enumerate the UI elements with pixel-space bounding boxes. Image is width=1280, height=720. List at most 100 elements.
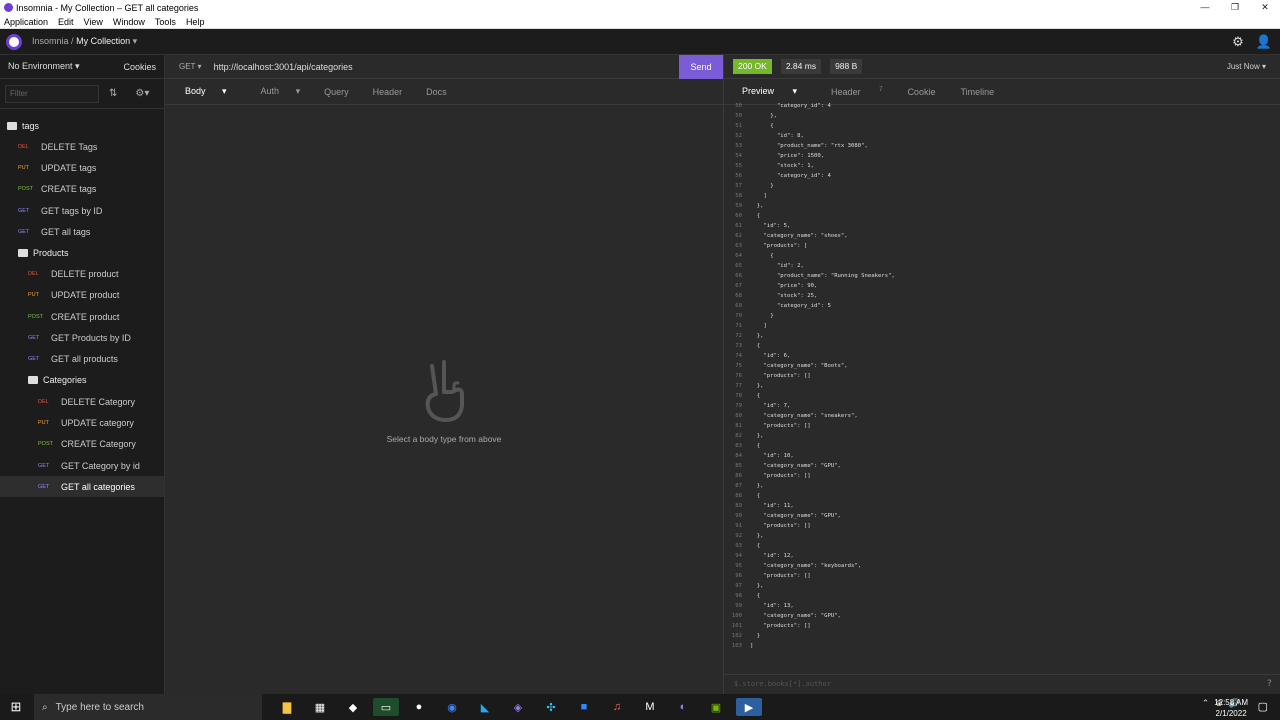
windows-taskbar: ⊞ ⌕ Type here to search ▇ ▦ ◆ ▭ ● ◉ ◣ ◈ … bbox=[0, 694, 1280, 720]
breadcrumb-app[interactable]: Insomnia bbox=[32, 36, 69, 46]
history-label: Just Now bbox=[1226, 62, 1260, 71]
line-number: 50 bbox=[735, 103, 742, 109]
request-label: GET Category by id bbox=[61, 460, 140, 471]
sidebar-request-item[interactable]: GET GET all categories bbox=[0, 476, 164, 498]
line-number: 93 bbox=[735, 543, 742, 549]
insomnia-taskbar-icon[interactable]: ◐ bbox=[670, 698, 696, 716]
account-icon[interactable]: 👤 bbox=[1256, 34, 1272, 50]
code-line: 91 "products": [] bbox=[724, 521, 1280, 531]
maximize-icon[interactable]: ❐ bbox=[1220, 0, 1250, 15]
tab-query[interactable]: Query bbox=[324, 87, 349, 97]
tab-cookie[interactable]: Cookie bbox=[907, 87, 935, 97]
environment-dropdown[interactable]: No Environment ▾ bbox=[8, 61, 80, 72]
sidebar-request-item[interactable]: GET GET Category by id bbox=[0, 455, 164, 476]
minimize-icon[interactable]: — bbox=[1190, 0, 1220, 15]
sidebar-folder-products[interactable]: Products bbox=[0, 242, 164, 263]
menu-tools[interactable]: Tools bbox=[155, 17, 176, 27]
tab-preview[interactable]: Preview ▾ bbox=[733, 86, 797, 97]
close-icon[interactable]: ✕ bbox=[1250, 0, 1280, 15]
sidebar-request-item[interactable]: GET GET Products by ID bbox=[0, 327, 164, 348]
response-preview[interactable]: 50 "category_id": 4 50 }, 51 {52 "id": 8, 5… bbox=[724, 101, 1280, 671]
tab-auth[interactable]: Auth ▾ bbox=[251, 86, 301, 97]
sidebar-request-item[interactable]: POST CREATE product bbox=[0, 306, 164, 327]
sidebar-folder-categories[interactable]: Categories bbox=[0, 370, 164, 391]
slack-icon[interactable]: ✣ bbox=[538, 698, 564, 716]
sidebar-folder-tags[interactable]: tags bbox=[0, 115, 164, 136]
line-text: } bbox=[750, 183, 774, 189]
tab-response-header[interactable]: Header 7 bbox=[822, 87, 882, 97]
url-input[interactable]: http://localhost:3001/api/categories bbox=[214, 62, 679, 72]
line-text: }, bbox=[750, 203, 764, 209]
sidebar-filter-input[interactable]: Filter bbox=[5, 84, 99, 103]
gear-icon[interactable]: ⚙ bbox=[1232, 34, 1244, 50]
insomnia-logo-icon[interactable] bbox=[6, 33, 22, 50]
code-line: 74 "id": 6, bbox=[724, 351, 1280, 361]
sidebar-request-item[interactable]: PUT UPDATE tags bbox=[0, 157, 164, 178]
line-number: 57 bbox=[735, 183, 742, 189]
tab-body[interactable]: Body ▾ bbox=[175, 86, 227, 97]
code-line: 66 "product_name": "Running Sneakers", bbox=[724, 271, 1280, 281]
menu-window[interactable]: Window bbox=[113, 17, 145, 27]
app3-icon[interactable]: M bbox=[637, 698, 663, 716]
cookies-button[interactable]: Cookies bbox=[123, 62, 156, 72]
sort-icon[interactable]: ⇅ bbox=[109, 88, 117, 99]
menu-view[interactable]: View bbox=[84, 17, 103, 27]
tray-chevron-icon[interactable]: ⌃ bbox=[1202, 698, 1210, 709]
sidebar-request-item[interactable]: GET GET all tags bbox=[0, 221, 164, 242]
line-text: { bbox=[750, 213, 761, 219]
method-dropdown[interactable]: GET ▾ bbox=[179, 62, 202, 71]
line-number: 101 bbox=[731, 623, 742, 629]
sidebar-request-item[interactable]: DEL DELETE product bbox=[0, 263, 164, 284]
sidebar-request-item[interactable]: DEL DELETE Tags bbox=[0, 136, 164, 157]
breadcrumb-collection[interactable]: My Collection bbox=[76, 36, 130, 46]
code-line: 94 "id": 12, bbox=[724, 551, 1280, 561]
sidebar-request-item[interactable]: GET GET tags by ID bbox=[0, 200, 164, 221]
taskbar-search[interactable]: ⌕ Type here to search bbox=[34, 694, 262, 720]
send-button[interactable]: Send bbox=[679, 54, 723, 79]
windows-start-icon[interactable]: ⊞ bbox=[0, 699, 32, 715]
nvidia-icon[interactable]: ▣ bbox=[703, 698, 729, 716]
music-icon[interactable]: ♫ bbox=[604, 698, 630, 716]
github-icon[interactable]: ● bbox=[406, 698, 432, 716]
vscode-icon[interactable]: ◣ bbox=[472, 698, 498, 716]
line-number: 74 bbox=[735, 353, 742, 359]
sidebar-request-item[interactable]: DEL DELETE Category bbox=[0, 391, 164, 412]
line-text: "id": 13, bbox=[750, 603, 794, 609]
taskbar-clock[interactable]: 12:58 AM 2/1/2022 bbox=[1214, 697, 1248, 719]
method-badge: DEL bbox=[18, 143, 29, 150]
sidebar-request-item[interactable]: POST CREATE Category bbox=[0, 434, 164, 455]
tab-timeline[interactable]: Timeline bbox=[960, 87, 994, 97]
app4-icon[interactable]: ▶ bbox=[736, 698, 762, 716]
line-text: "category_id": 5 bbox=[750, 303, 831, 309]
file-explorer-icon[interactable]: ▇ bbox=[274, 698, 300, 716]
sidebar-request-item[interactable]: GET GET all products bbox=[0, 349, 164, 370]
app2-icon[interactable]: ◈ bbox=[505, 698, 531, 716]
line-number: 75 bbox=[735, 363, 742, 369]
line-number: 91 bbox=[735, 523, 742, 529]
response-filter-input[interactable]: $.store.books[*].author ? bbox=[724, 674, 1280, 694]
app-icon[interactable]: ◆ bbox=[340, 698, 366, 716]
history-dropdown[interactable]: Just Now ▾ bbox=[1227, 62, 1266, 71]
sidebar-request-item[interactable]: PUT UPDATE product bbox=[0, 285, 164, 306]
tab-auth-label: Auth bbox=[260, 86, 280, 96]
chevron-down-icon[interactable]: ▾ bbox=[133, 36, 138, 46]
app-header: Insomnia / My Collection ▾ ⚙ 👤 bbox=[0, 29, 1280, 55]
zoom-icon[interactable]: ■ bbox=[571, 698, 597, 716]
code-line: 97 }, bbox=[724, 581, 1280, 591]
sidebar-request-item[interactable]: POST CREATE tags bbox=[0, 179, 164, 200]
photos-icon[interactable]: ▦ bbox=[307, 698, 333, 716]
sidebar-request-item[interactable]: PUT UPDATE category bbox=[0, 412, 164, 433]
notification-icon[interactable]: ▢ bbox=[1258, 700, 1268, 713]
terminal-icon[interactable]: ▭ bbox=[373, 698, 399, 716]
settings-dropdown-icon[interactable]: ⚙▾ bbox=[135, 88, 149, 99]
tab-docs[interactable]: Docs bbox=[426, 87, 447, 97]
chrome-icon[interactable]: ◉ bbox=[439, 698, 465, 716]
help-icon[interactable]: ? bbox=[1267, 679, 1272, 689]
line-text: "category_name": "shoes", bbox=[750, 233, 848, 239]
menu-help[interactable]: Help bbox=[186, 17, 205, 27]
menu-edit[interactable]: Edit bbox=[58, 17, 74, 27]
menu-application[interactable]: Application bbox=[4, 17, 48, 27]
tab-header[interactable]: Header bbox=[373, 87, 403, 97]
code-line: 67 "price": 90, bbox=[724, 281, 1280, 291]
code-line: 68 "stock": 25, bbox=[724, 291, 1280, 301]
